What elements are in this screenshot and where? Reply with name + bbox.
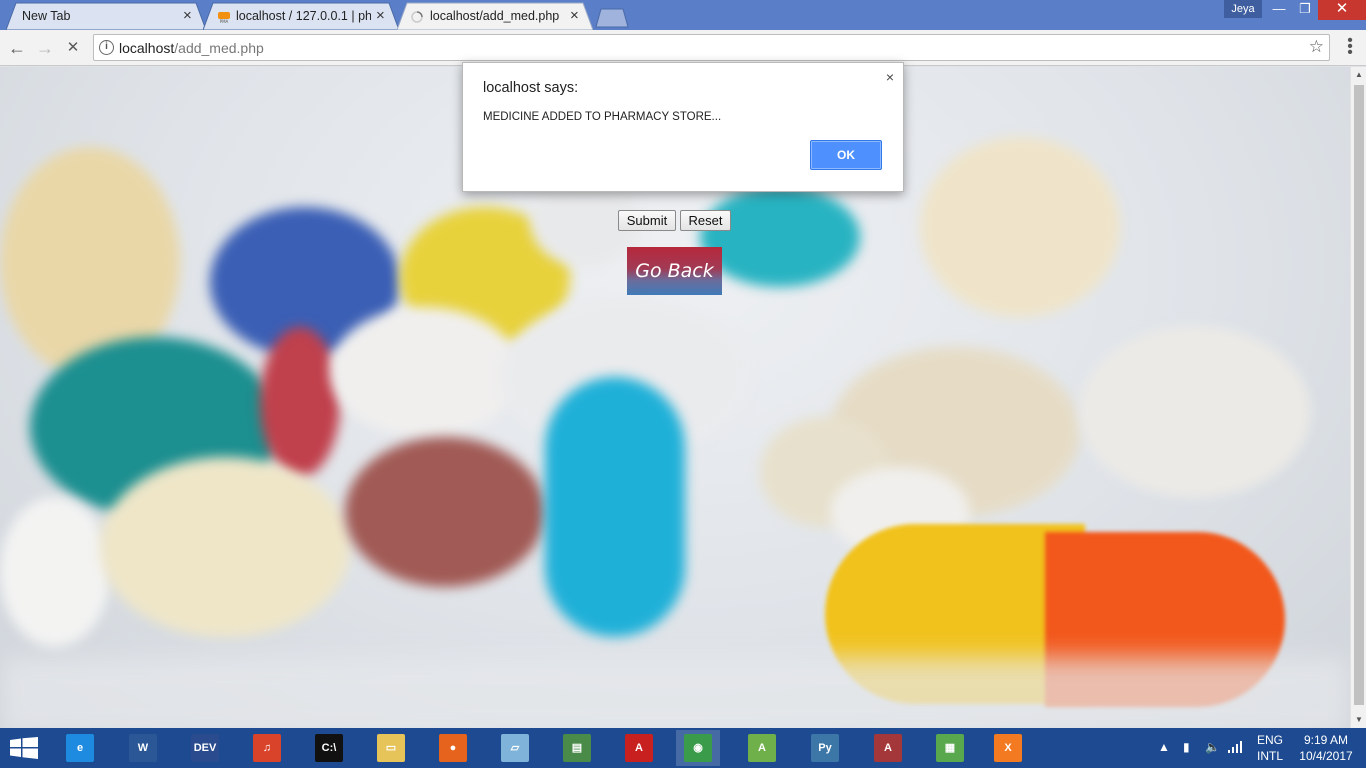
phpmyadmin-icon: PMA xyxy=(218,12,230,24)
taskbar-item-python[interactable]: Py xyxy=(803,730,847,766)
screen-app-icon: ▤ xyxy=(563,734,591,762)
system-clock[interactable]: 9:19 AM 10/4/2017 xyxy=(1290,728,1362,768)
network-signal-icon[interactable] xyxy=(1228,741,1244,753)
tab-close-icon[interactable]: × xyxy=(376,7,385,24)
python-icon: Py xyxy=(811,734,839,762)
tab-close-icon[interactable]: × xyxy=(183,7,192,24)
taskbar-item-chart-app[interactable]: ▦ xyxy=(928,730,972,766)
input-language[interactable]: ENG INTL xyxy=(1252,728,1288,768)
site-info-icon[interactable]: i xyxy=(99,40,114,55)
taskbar-item-chrome[interactable]: ◉ xyxy=(676,730,720,766)
xampp-icon: X xyxy=(994,734,1022,762)
access-icon: A xyxy=(874,734,902,762)
headphones-icon: ♫ xyxy=(253,734,281,762)
battery-icon[interactable]: ▮ xyxy=(1183,740,1190,754)
chrome-icon: ◉ xyxy=(684,734,712,762)
browser-menu-icon[interactable]: • • • xyxy=(1340,33,1360,61)
language-code: ENG xyxy=(1256,733,1283,747)
browser-toolbar: ← → ✕ i localhost/add_med.php ☆ • • • xyxy=(0,30,1366,66)
go-back-button[interactable]: Go Back xyxy=(627,247,722,295)
bookmark-star-icon[interactable]: ☆ xyxy=(1309,37,1324,57)
alert-dialog: localhost says: × MEDICINE ADDED TO PHAR… xyxy=(462,62,904,192)
firefox-icon: ● xyxy=(439,734,467,762)
user-profile-button[interactable]: Jeya xyxy=(1224,0,1262,18)
taskbar-item-screen-app[interactable]: ▤ xyxy=(555,730,599,766)
taskbar-item-dev-cpp[interactable]: DEV xyxy=(183,730,227,766)
windows-taskbar: e W DEV ♫ C:\ ▭ ● ▱ ▤ A ◉ A Py A ▦ X ▲ ▮ 🔈 ENG INTL 9:1… xyxy=(0,728,1366,768)
browser-tab-strip: New Tab × PMA localhost / 127.0.0.1 | ph… xyxy=(0,0,1366,30)
restore-button[interactable]: ❐ xyxy=(1292,0,1318,20)
taskbar-item-acrobat-reader[interactable]: A xyxy=(617,730,661,766)
acrobat-reader-icon: A xyxy=(625,734,653,762)
dev-cpp-icon: DEV xyxy=(191,734,219,762)
taskbar-item-android-studio[interactable]: A xyxy=(740,730,784,766)
taskbar-item-access[interactable]: A xyxy=(866,730,910,766)
url-path: /add_med.php xyxy=(174,40,264,56)
stop-loading-icon[interactable]: ✕ xyxy=(62,37,84,59)
tab-new-tab[interactable]: New Tab × xyxy=(6,2,206,30)
taskbar-item-headphones[interactable]: ♫ xyxy=(245,730,289,766)
ok-button[interactable]: OK xyxy=(810,140,882,170)
volume-icon[interactable]: 🔈 xyxy=(1205,740,1220,754)
tab-add-med[interactable]: localhost/add_med.php × xyxy=(397,2,593,30)
submit-button[interactable]: Submit xyxy=(618,210,676,231)
scroll-up-icon[interactable]: ▲ xyxy=(1351,67,1366,83)
notepad-icon: ▱ xyxy=(501,734,529,762)
new-tab-button[interactable] xyxy=(595,8,629,28)
show-hidden-icons-icon[interactable]: ▲ xyxy=(1158,740,1170,754)
taskbar-item-firefox[interactable]: ● xyxy=(431,730,475,766)
vertical-scrollbar[interactable]: ▲ ▼ xyxy=(1350,67,1366,728)
taskbar-item-notepad[interactable]: ▱ xyxy=(493,730,537,766)
minimize-button[interactable]: — xyxy=(1266,0,1292,20)
alert-message: MEDICINE ADDED TO PHARMACY STORE... xyxy=(483,111,722,123)
back-arrow-icon[interactable]: ← xyxy=(6,37,28,59)
file-explorer-icon: ▭ xyxy=(377,734,405,762)
scroll-down-icon[interactable]: ▼ xyxy=(1351,712,1366,728)
close-icon[interactable]: × xyxy=(886,69,894,85)
android-studio-icon: A xyxy=(748,734,776,762)
taskbar-item-internet-explorer[interactable]: e xyxy=(58,730,102,766)
internet-explorer-icon: e xyxy=(66,734,94,762)
url-text[interactable]: localhost/add_med.php xyxy=(119,40,264,56)
clock-date: 10/4/2017 xyxy=(1299,749,1353,763)
scrollbar-thumb[interactable] xyxy=(1354,85,1364,705)
tab-title: New Tab xyxy=(22,9,71,23)
taskbar-item-command-prompt[interactable]: C:\ xyxy=(307,730,351,766)
chart-app-icon: ▦ xyxy=(936,734,964,762)
svg-text:PMA: PMA xyxy=(220,19,229,24)
alert-title: localhost says: xyxy=(483,80,579,96)
loading-spinner-icon xyxy=(411,11,423,23)
keyboard-layout: INTL xyxy=(1256,749,1283,763)
address-bar[interactable]: i localhost/add_med.php ☆ xyxy=(93,34,1330,61)
forward-arrow-icon[interactable]: → xyxy=(34,37,56,59)
tab-title: localhost/add_med.php xyxy=(430,9,560,23)
command-prompt-icon: C:\ xyxy=(315,734,343,762)
word-icon: W xyxy=(129,734,157,762)
taskbar-item-file-explorer[interactable]: ▭ xyxy=(369,730,413,766)
taskbar-item-word[interactable]: W xyxy=(121,730,165,766)
tab-close-icon[interactable]: × xyxy=(570,7,579,24)
reset-button[interactable]: Reset xyxy=(680,210,731,231)
clock-time: 9:19 AM xyxy=(1303,733,1349,747)
taskbar-item-xampp[interactable]: X xyxy=(986,730,1030,766)
tab-phpmyadmin[interactable]: PMA localhost / 127.0.0.1 | phpMyAdmin × xyxy=(203,2,399,30)
close-window-button[interactable]: ✕ xyxy=(1318,0,1366,20)
windows-start-icon[interactable] xyxy=(10,737,38,759)
tab-title: localhost / 127.0.0.1 | phpMyAdmin xyxy=(236,9,371,23)
url-host: localhost xyxy=(119,40,175,56)
